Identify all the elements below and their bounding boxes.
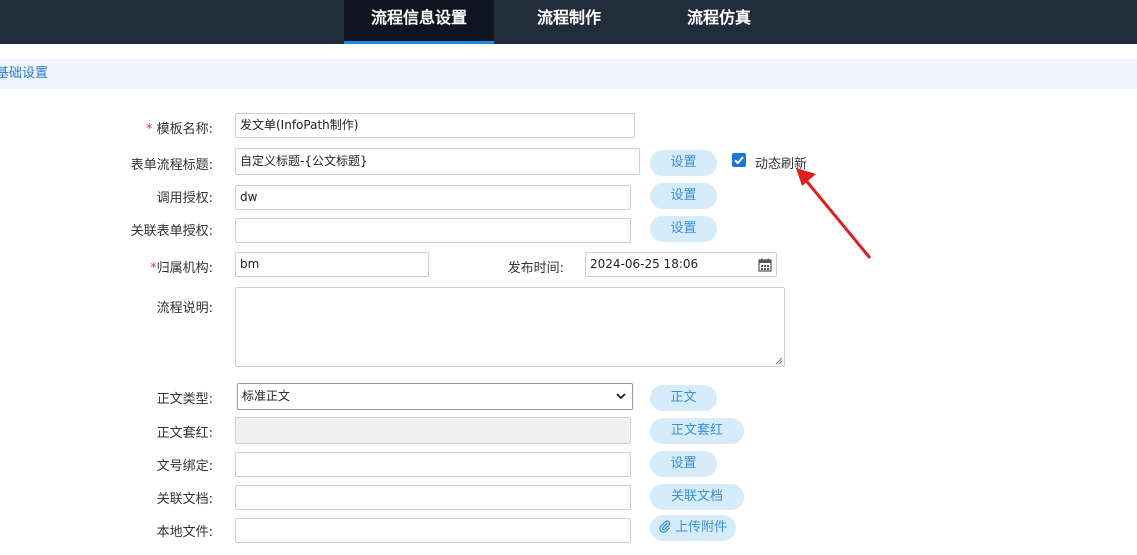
- linked-doc-button[interactable]: 关联文档: [650, 484, 744, 510]
- local-file-input[interactable]: [235, 518, 631, 543]
- form-flow-title-settings-button[interactable]: 设置: [650, 150, 717, 176]
- flow-desc-textarea[interactable]: [235, 287, 785, 367]
- linked-doc-input[interactable]: [235, 485, 631, 510]
- body-type-selected-value: 标准正文: [242, 389, 291, 403]
- annotation-arrow-icon: [796, 168, 872, 259]
- form-flow-title-label: 表单流程标题:: [130, 158, 213, 173]
- calendar-icon[interactable]: [758, 258, 772, 272]
- chevron-down-icon: [616, 393, 626, 400]
- doc-no-bind-input[interactable]: [235, 452, 631, 477]
- form-flow-title-input[interactable]: 自定义标题-{公文标题}: [235, 148, 640, 175]
- publish-time-value: 2024-06-25 18:06: [590, 257, 699, 271]
- body-type-select[interactable]: 标准正文: [237, 383, 633, 410]
- upload-attachment-button[interactable]: 上传附件: [650, 515, 736, 541]
- resize-grip-icon[interactable]: [775, 357, 783, 365]
- linked-doc-label: 关联文档:: [156, 492, 213, 507]
- upload-attachment-label: 上传附件: [675, 520, 728, 535]
- doc-no-bind-settings-button[interactable]: 设置: [650, 451, 717, 477]
- body-type-label: 正文类型:: [156, 392, 213, 407]
- call-auth-input[interactable]: dw: [235, 185, 631, 210]
- template-name-input[interactable]: 发文单(InfoPath制作): [235, 113, 635, 138]
- call-auth-label: 调用授权:: [156, 191, 213, 206]
- org-label: *归属机构:: [100, 257, 213, 276]
- tab-flow-simulation[interactable]: 流程仿真: [644, 0, 794, 44]
- linked-form-auth-label: 关联表单授权:: [130, 224, 213, 239]
- flow-desc-label: 流程说明:: [156, 301, 213, 316]
- doc-no-bind-label: 文号绑定:: [156, 459, 213, 474]
- body-redhead-button[interactable]: 正文套红: [650, 418, 744, 444]
- dynamic-refresh-checkbox[interactable]: [732, 153, 746, 167]
- section-title-basic-settings: 基础设置: [0, 59, 1137, 89]
- call-auth-settings-button[interactable]: 设置: [650, 183, 717, 209]
- body-redhead-input: [235, 417, 631, 444]
- org-label-text: 归属机构:: [156, 261, 213, 276]
- template-name-label-text: 模板名称:: [156, 122, 213, 137]
- required-mark: *: [145, 122, 153, 137]
- publish-time-input[interactable]: 2024-06-25 18:06: [585, 252, 777, 277]
- linked-form-auth-input[interactable]: [235, 218, 631, 243]
- local-file-label: 本地文件:: [156, 525, 213, 540]
- body-redhead-label: 正文套红:: [156, 426, 213, 441]
- checkmark-icon: [734, 156, 744, 165]
- tab-flow-making[interactable]: 流程制作: [494, 0, 644, 44]
- template-name-label: * 模板名称:: [100, 118, 213, 137]
- paperclip-icon: [659, 520, 671, 533]
- org-input[interactable]: bm: [235, 252, 429, 277]
- publish-time-label: 发布时间:: [507, 261, 564, 276]
- body-button[interactable]: 正文: [650, 385, 717, 411]
- top-tab-bar: 流程信息设置 流程制作 流程仿真: [0, 0, 1137, 44]
- tab-flow-info-settings[interactable]: 流程信息设置: [344, 0, 494, 44]
- linked-form-auth-settings-button[interactable]: 设置: [650, 216, 717, 242]
